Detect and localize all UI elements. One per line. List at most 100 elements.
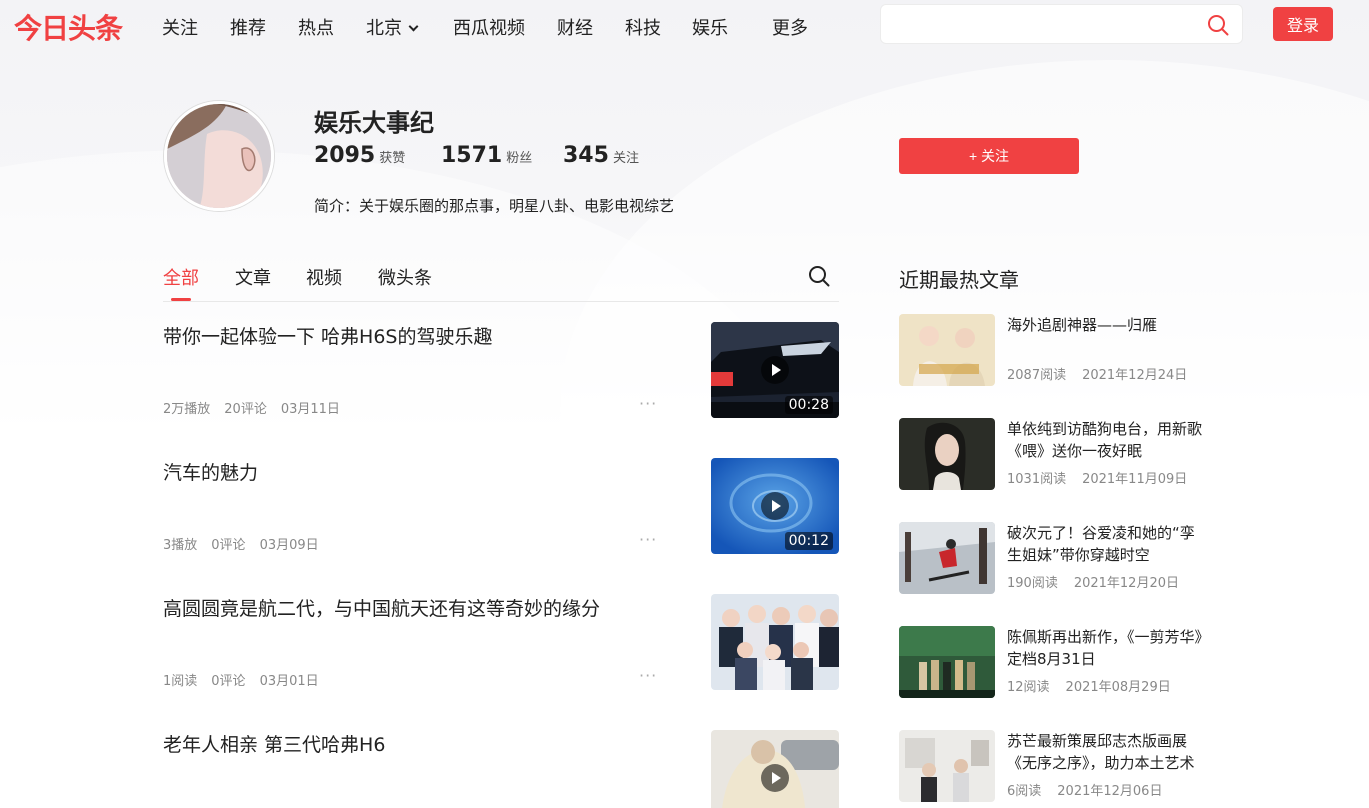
search-input[interactable] bbox=[881, 5, 1181, 43]
nav-item-city-label: 北京 bbox=[366, 18, 402, 39]
feed-item-comments[interactable]: 0评论 bbox=[211, 538, 245, 553]
nav-item-entertainment[interactable]: 娱乐 bbox=[692, 14, 728, 40]
video-thumbnail[interactable]: 00:12 bbox=[711, 458, 839, 554]
feed-item[interactable]: 高圆圆竟是航二代，与中国航天还有这等奇妙的缘分 1阅读 0评论 03月01日 ··· bbox=[163, 594, 839, 690]
following-stat[interactable]: 345 关注 bbox=[563, 143, 639, 168]
feed-item-views: 1阅读 bbox=[163, 674, 198, 689]
hot-article-title[interactable]: 海外追剧神器——归雁 bbox=[1007, 314, 1207, 336]
play-icon[interactable] bbox=[761, 356, 789, 384]
feed-item-meta: 1阅读 0评论 03月01日 bbox=[163, 670, 333, 689]
nav-item-tech[interactable]: 科技 bbox=[625, 14, 661, 40]
likes-stat: 2095 获赞 bbox=[314, 143, 405, 168]
avatar bbox=[164, 101, 274, 211]
feed-item-title[interactable]: 带你一起体验一下 哈弗H6S的驾驶乐趣 bbox=[163, 322, 492, 352]
feed-item-date: 03月09日 bbox=[259, 538, 319, 553]
fans-count: 1571 bbox=[441, 143, 503, 168]
login-button[interactable]: 登录 bbox=[1273, 7, 1333, 41]
feed-item-comments[interactable]: 20评论 bbox=[224, 402, 267, 417]
hot-article-thumbnail[interactable] bbox=[899, 730, 995, 802]
more-options-icon[interactable]: ··· bbox=[639, 530, 657, 549]
hot-article-reads: 1031阅读 bbox=[1007, 472, 1067, 487]
video-thumbnail[interactable] bbox=[711, 730, 839, 808]
nav-item-recommend[interactable]: 推荐 bbox=[230, 14, 266, 40]
hot-article-reads: 190阅读 bbox=[1007, 576, 1058, 591]
feed-item-views: 2万播放 bbox=[163, 402, 211, 417]
hot-article-date: 2021年12月20日 bbox=[1073, 576, 1179, 591]
hot-article-date: 2021年12月06日 bbox=[1057, 784, 1163, 799]
hot-article-meta: 12阅读 2021年08月29日 bbox=[1007, 676, 1187, 695]
search-icon[interactable] bbox=[1206, 13, 1230, 37]
more-options-icon[interactable]: ··· bbox=[639, 394, 657, 413]
nav-item-more[interactable]: 更多 bbox=[772, 14, 808, 40]
hot-article-reads: 12阅读 bbox=[1007, 680, 1050, 695]
nav-item-xigua-video[interactable]: 西瓜视频 bbox=[453, 14, 525, 40]
hot-article-thumbnail[interactable] bbox=[899, 626, 995, 698]
follow-button[interactable]: + 关注 bbox=[899, 138, 1079, 174]
hot-article-meta: 6阅读 2021年12月06日 bbox=[1007, 780, 1178, 799]
tab-articles[interactable]: 文章 bbox=[235, 264, 271, 290]
search-box bbox=[880, 4, 1243, 44]
hot-article-item[interactable]: 海外追剧神器——归雁 2087阅读 2021年12月24日 bbox=[899, 314, 1209, 386]
hot-article-date: 2021年12月24日 bbox=[1082, 368, 1188, 383]
feed-item-title[interactable]: 汽车的魅力 bbox=[163, 458, 258, 488]
more-options-icon[interactable]: ··· bbox=[639, 666, 657, 685]
tab-videos[interactable]: 视频 bbox=[306, 264, 342, 290]
hot-article-title[interactable]: 陈佩斯再出新作，《一剪芳华》定档8月31日 bbox=[1007, 626, 1207, 670]
feed-item-title[interactable]: 高圆圆竟是航二代，与中国航天还有这等奇妙的缘分 bbox=[163, 594, 600, 624]
play-icon[interactable] bbox=[761, 764, 789, 792]
tab-micro-posts[interactable]: 微头条 bbox=[378, 264, 432, 290]
nav-item-city[interactable]: 北京 bbox=[366, 14, 419, 40]
likes-label: 获赞 bbox=[379, 151, 406, 166]
feed-item-views: 3播放 bbox=[163, 538, 198, 553]
feed-item-meta: 3播放 0评论 03月09日 bbox=[163, 534, 333, 553]
active-tab-indicator bbox=[171, 298, 191, 301]
hot-article-meta: 190阅读 2021年12月20日 bbox=[1007, 572, 1195, 591]
feed-item-title[interactable]: 老年人相亲 第三代哈弗H6 bbox=[163, 730, 385, 760]
video-duration: 00:28 bbox=[784, 396, 833, 414]
fans-stat[interactable]: 1571 粉丝 bbox=[441, 143, 532, 168]
hot-article-item[interactable]: 单依纯到访酷狗电台，用新歌《喂》送你一夜好眠 1031阅读 2021年11月09日 bbox=[899, 418, 1209, 490]
hot-article-reads: 6阅读 bbox=[1007, 784, 1042, 799]
feed-item-date: 03月01日 bbox=[259, 674, 319, 689]
hot-article-date: 2021年08月29日 bbox=[1065, 680, 1171, 695]
hot-article-date: 2021年11月09日 bbox=[1082, 472, 1188, 487]
feed-item[interactable]: 老年人相亲 第三代哈弗H6 bbox=[163, 730, 839, 808]
fans-label: 粉丝 bbox=[506, 151, 533, 166]
profile-intro: 简介：关于娱乐圈的那点事，明星八卦、电影电视综艺 bbox=[314, 197, 675, 215]
nav-item-finance[interactable]: 财经 bbox=[557, 14, 593, 40]
search-icon[interactable] bbox=[807, 264, 831, 288]
likes-count: 2095 bbox=[314, 143, 376, 168]
feed-item-meta: 2万播放 20评论 03月11日 bbox=[163, 398, 354, 417]
hot-article-thumbnail[interactable] bbox=[899, 418, 995, 490]
nav-item-hot[interactable]: 热点 bbox=[298, 14, 334, 40]
logo[interactable]: 今日头条 bbox=[14, 7, 123, 47]
hot-article-item[interactable]: 破次元了！谷爱凌和她的“孪生姐妹”带你穿越时空 190阅读 2021年12月20日 bbox=[899, 522, 1209, 594]
nav-item-follow[interactable]: 关注 bbox=[162, 14, 198, 40]
feed-item[interactable]: 带你一起体验一下 哈弗H6S的驾驶乐趣 2万播放 20评论 03月11日 ··· 0… bbox=[163, 322, 839, 418]
feed-item-comments[interactable]: 0评论 bbox=[211, 674, 245, 689]
top-nav: 今日头条 关注 推荐 热点 北京 西瓜视频 财经 科技 娱乐 更多 登录 bbox=[0, 0, 1369, 50]
hot-article-thumbnail[interactable] bbox=[899, 522, 995, 594]
hot-article-title[interactable]: 单依纯到访酷狗电台，用新歌《喂》送你一夜好眠 bbox=[1007, 418, 1207, 462]
video-duration: 00:12 bbox=[784, 532, 833, 550]
hot-article-item[interactable]: 苏芒最新策展邱志杰版画展《无序之序》，助力本土艺术 6阅读 2021年12月06日 bbox=[899, 730, 1209, 802]
article-thumbnail[interactable] bbox=[711, 594, 839, 690]
hot-article-thumbnail[interactable] bbox=[899, 314, 995, 386]
following-count: 345 bbox=[563, 143, 609, 168]
sidebar-title: 近期最热文章 bbox=[899, 268, 1019, 292]
tab-all[interactable]: 全部 bbox=[163, 264, 199, 290]
hot-article-reads: 2087阅读 bbox=[1007, 368, 1067, 383]
following-label: 关注 bbox=[612, 151, 639, 166]
video-thumbnail[interactable]: 00:28 bbox=[711, 322, 839, 418]
feed-item[interactable]: 汽车的魅力 3播放 0评论 03月09日 ··· 00:12 bbox=[163, 458, 839, 554]
hot-article-item[interactable]: 陈佩斯再出新作，《一剪芳华》定档8月31日 12阅读 2021年08月29日 bbox=[899, 626, 1209, 698]
feed-item-date: 03月11日 bbox=[280, 402, 340, 417]
profile-name: 娱乐大事纪 bbox=[314, 109, 434, 137]
hot-article-meta: 2087阅读 2021年12月24日 bbox=[1007, 364, 1203, 383]
content-tabs: 全部 文章 视频 微头条 bbox=[163, 262, 839, 302]
hot-article-title[interactable]: 苏芒最新策展邱志杰版画展《无序之序》，助力本土艺术 bbox=[1007, 730, 1207, 774]
play-icon[interactable] bbox=[761, 492, 789, 520]
chevron-down-icon bbox=[408, 21, 419, 32]
hot-article-title[interactable]: 破次元了！谷爱凌和她的“孪生姐妹”带你穿越时空 bbox=[1007, 522, 1207, 566]
hot-article-meta: 1031阅读 2021年11月09日 bbox=[1007, 468, 1203, 487]
